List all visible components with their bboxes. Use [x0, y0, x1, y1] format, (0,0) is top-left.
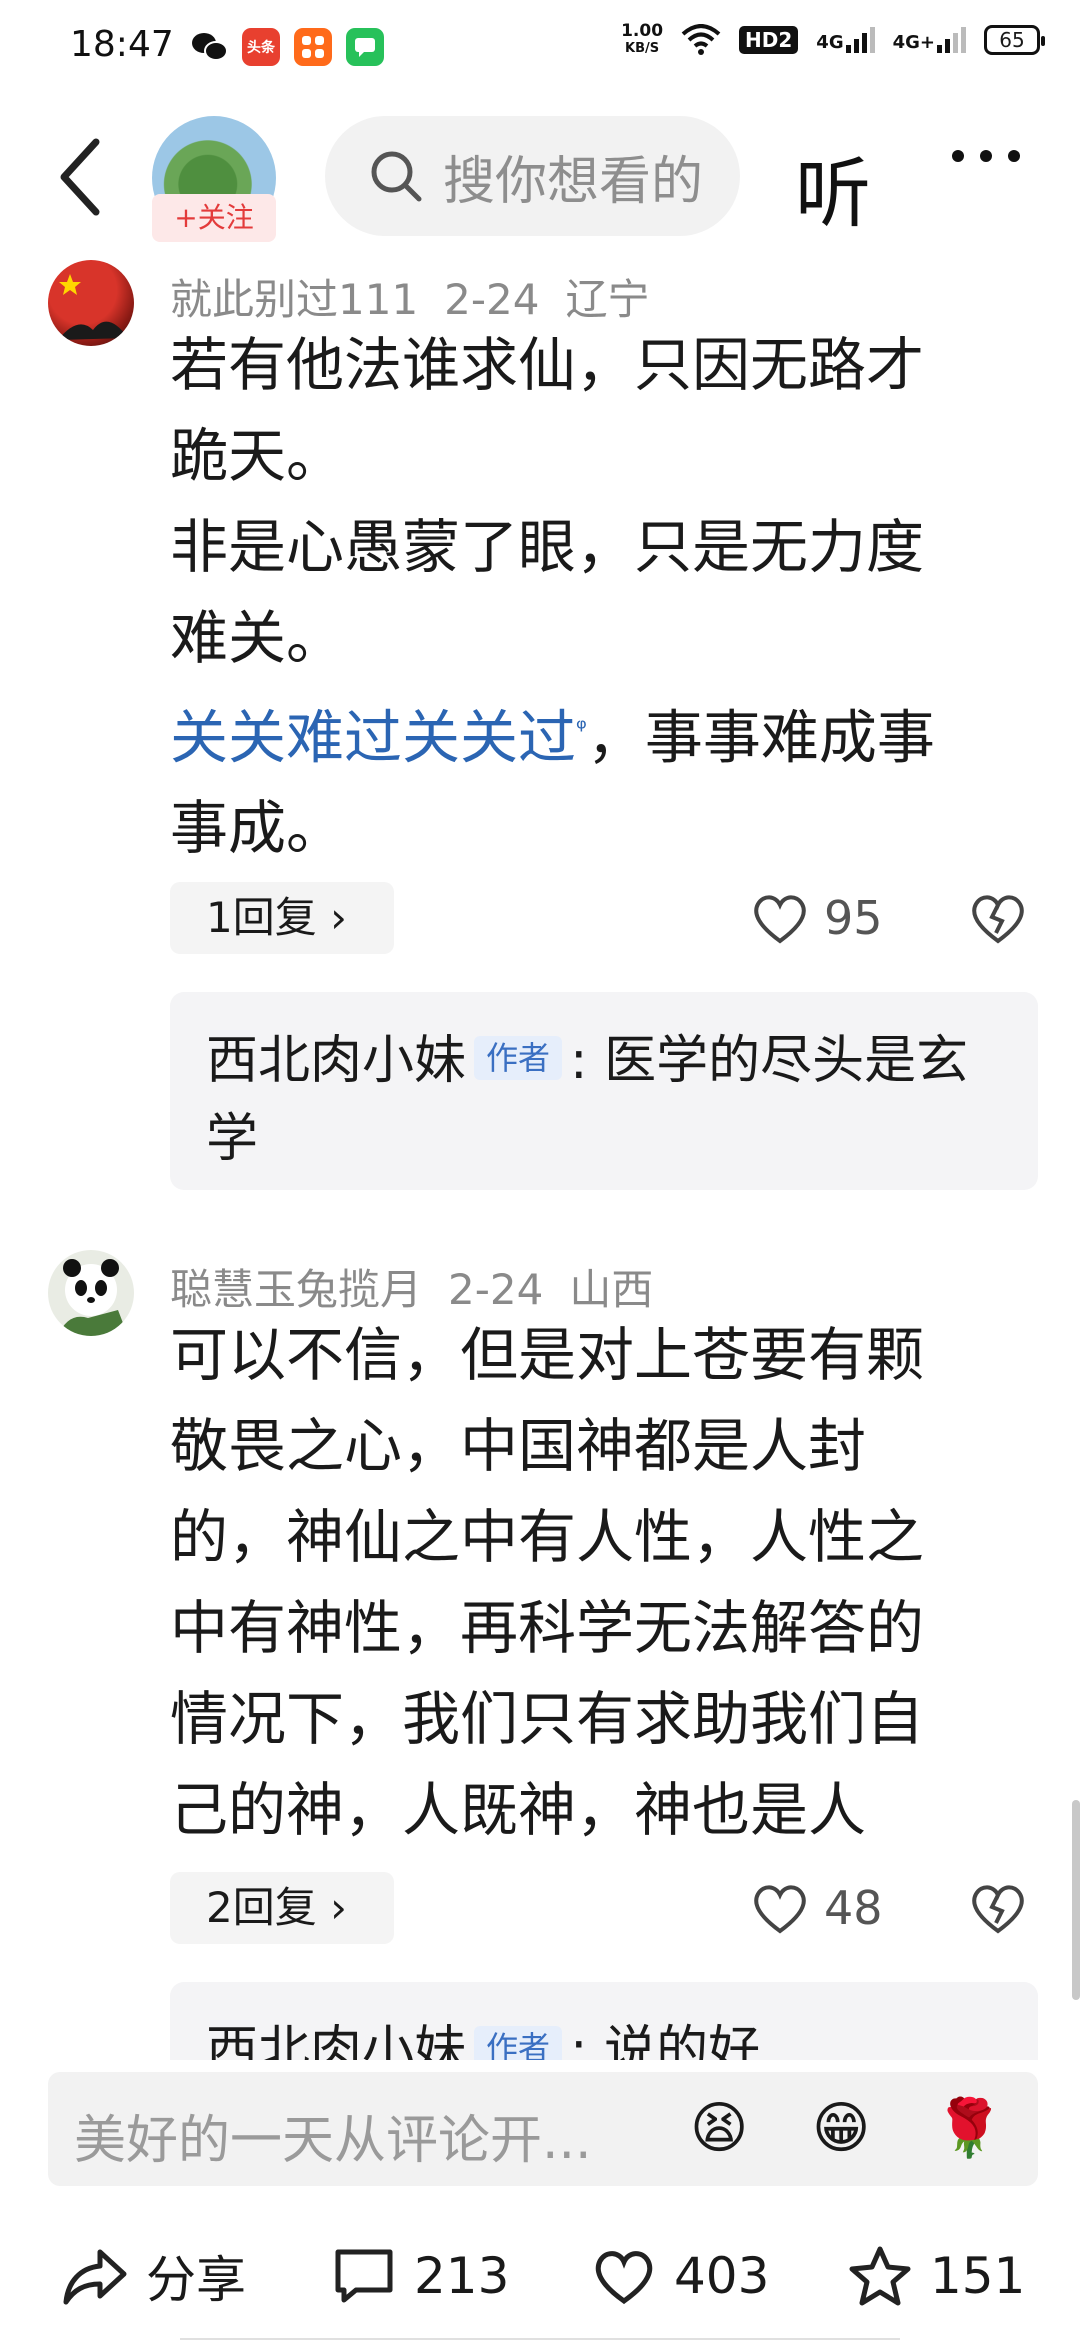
comments-count: 213	[414, 2247, 510, 2305]
comment-text: 若有他法谁求仙，只因无路才 跪天。 非是心愚蒙了眼，只是无力度 难关。 关关难过…	[170, 320, 1050, 874]
comment-line: 中有神性，再科学无法解答的	[170, 1594, 925, 1662]
comment-line: 敬畏之心，中国神都是人封	[170, 1412, 867, 1480]
heart-icon	[595, 2251, 653, 2305]
emoji-rose-button[interactable]: 🌹	[934, 2098, 1004, 2160]
author-avatar[interactable]: +关注	[152, 116, 276, 246]
dislike-button[interactable]	[968, 1872, 1028, 1944]
wifi-icon	[681, 24, 721, 55]
comment-line: 难关。	[170, 604, 345, 672]
dislike-button[interactable]	[968, 882, 1028, 954]
heart-icon	[754, 1885, 806, 1934]
comment-text: 可以不信，但是对上苍要有颗 敬畏之心，中国神都是人封 的，神仙之中有人性，人性之…	[170, 1310, 1050, 1856]
hd-badge: HD2	[739, 26, 799, 54]
comment-icon	[335, 2249, 393, 2303]
author-tag: 作者	[474, 2026, 563, 2060]
signal-bars-icon	[845, 27, 875, 53]
taobao-icon	[294, 28, 332, 66]
view-replies-button[interactable]: 1回复 ›	[170, 882, 394, 954]
comment-line: 情况下，我们只有求助我们自	[170, 1685, 925, 1753]
comment-line: 关关难过关关过ᵠ，事事难成事	[170, 684, 1050, 783]
signal-2: 4G+	[893, 27, 966, 53]
broken-heart-icon	[972, 895, 1024, 944]
heart-icon	[754, 895, 806, 944]
search-link[interactable]: 关关难过关关过	[170, 703, 576, 771]
sub-reply-author[interactable]: 西北肉小妹	[206, 1031, 466, 1091]
commenter-name[interactable]: 聪慧玉兔揽月	[170, 1265, 422, 1314]
comment-line: 跪天。	[170, 422, 345, 490]
scrollbar[interactable]	[1072, 1800, 1080, 2000]
net-speed-value: 1.00	[621, 21, 664, 41]
sub-reply-author[interactable]: 西北肉小妹	[206, 2021, 466, 2060]
net-speed: 1.00 KB/S	[621, 22, 663, 58]
toutiao-icon: 头条	[242, 28, 280, 66]
search-icon	[371, 151, 422, 202]
signal-1: 4G	[816, 27, 875, 53]
listen-button[interactable]: 听	[795, 132, 871, 242]
like-count: 95	[824, 891, 883, 945]
panda-avatar-image	[58, 1259, 128, 1336]
commenter-avatar[interactable]	[48, 260, 134, 346]
comment-input[interactable]: 美好的一天从评论开... 😫 😁 🌹	[48, 2072, 1038, 2186]
view-replies-button[interactable]: 2回复 ›	[170, 1872, 394, 1944]
comment-meta: 就此别过111 2-24 辽宁	[170, 266, 676, 327]
commenter-name[interactable]: 就此别过111	[170, 275, 418, 324]
comment-date: 2-24	[444, 275, 540, 324]
author-tag: 作者	[474, 1036, 563, 1080]
comments-button[interactable]: 213	[332, 2226, 509, 2326]
share-button[interactable]: 分享	[62, 2226, 246, 2326]
comment-line: 的，神仙之中有人性，人性之	[170, 1503, 925, 1571]
search-placeholder: 搜你想看的	[443, 151, 704, 212]
star-icon	[849, 2246, 911, 2306]
like-count: 48	[824, 1881, 883, 1935]
status-app-icons: 头条	[190, 28, 384, 66]
top-nav: +关注 搜你想看的 听	[0, 110, 1080, 242]
signal-1-label: 4G	[816, 32, 844, 53]
back-arrow-icon[interactable]	[52, 132, 112, 222]
comment-line: 非是心愚蒙了眼，只是无力度	[170, 513, 925, 581]
comment-line: 己的神，人既神，神也是人	[170, 1776, 867, 1844]
likes-count: 403	[674, 2247, 770, 2305]
search-link-icon[interactable]: ᵠ	[576, 714, 587, 744]
battery-icon: 65	[984, 25, 1045, 55]
comment-input-placeholder: 美好的一天从评论开...	[74, 2111, 592, 2171]
share-label: 分享	[146, 2251, 246, 2309]
comment-date: 2-24	[448, 1265, 544, 1314]
messages-icon	[346, 28, 384, 66]
emoji-tired-button[interactable]: 😫	[690, 2098, 748, 2160]
comment-line: 事成。	[170, 794, 345, 863]
more-icon[interactable]	[952, 150, 1020, 162]
favorites-count: 151	[930, 2247, 1026, 2305]
emoji-grin-button[interactable]: 😁	[812, 2098, 870, 2160]
share-icon	[63, 2249, 127, 2305]
status-bar: 18:47 头条 1.00 KB/S HD2 4G 4G+ 65	[0, 0, 1080, 96]
signal-2-label: 4G+	[892, 32, 935, 53]
sub-reply[interactable]: 西北肉小妹 作者: 说的好	[170, 1982, 1038, 2060]
flag-avatar-image	[58, 274, 128, 340]
bottom-action-bar: 分享 213 403 151	[0, 2226, 1080, 2326]
comment-line: 若有他法谁求仙，只因无路才	[170, 331, 925, 399]
comment-meta: 聪慧玉兔揽月 2-24 山西	[170, 1256, 679, 1317]
search-input[interactable]: 搜你想看的	[325, 116, 740, 236]
comment-line-suffix: ，事事难成事	[586, 703, 935, 772]
comment-list: 就此别过111 2-24 辽宁 若有他法谁求仙，只因无路才 跪天。 非是心愚蒙了眼，…	[0, 250, 1080, 2060]
broken-heart-icon	[972, 1885, 1024, 1934]
status-right: 1.00 KB/S HD2 4G 4G+ 65	[621, 22, 1045, 58]
like-post-button[interactable]: 403	[592, 2226, 769, 2326]
sub-reply-text: : 说的好	[570, 2021, 761, 2060]
follow-button[interactable]: +关注	[152, 194, 276, 242]
comment-region: 山西	[569, 1265, 654, 1314]
net-speed-unit: KB/S	[625, 41, 660, 56]
favorite-button[interactable]: 151	[848, 2226, 1025, 2326]
sub-reply[interactable]: 西北肉小妹 作者: 医学的尽头是玄学	[170, 992, 1038, 1190]
status-time: 18:47	[70, 24, 174, 65]
comment-line: 可以不信，但是对上苍要有颗	[170, 1321, 925, 1389]
comment-region: 辽宁	[565, 275, 650, 324]
like-button[interactable]: 48	[750, 1872, 883, 1944]
commenter-avatar[interactable]	[48, 1250, 134, 1336]
like-button[interactable]: 95	[750, 882, 883, 954]
battery-level: 65	[999, 28, 1025, 52]
signal-bars-icon	[937, 27, 966, 53]
wechat-icon	[190, 28, 228, 66]
